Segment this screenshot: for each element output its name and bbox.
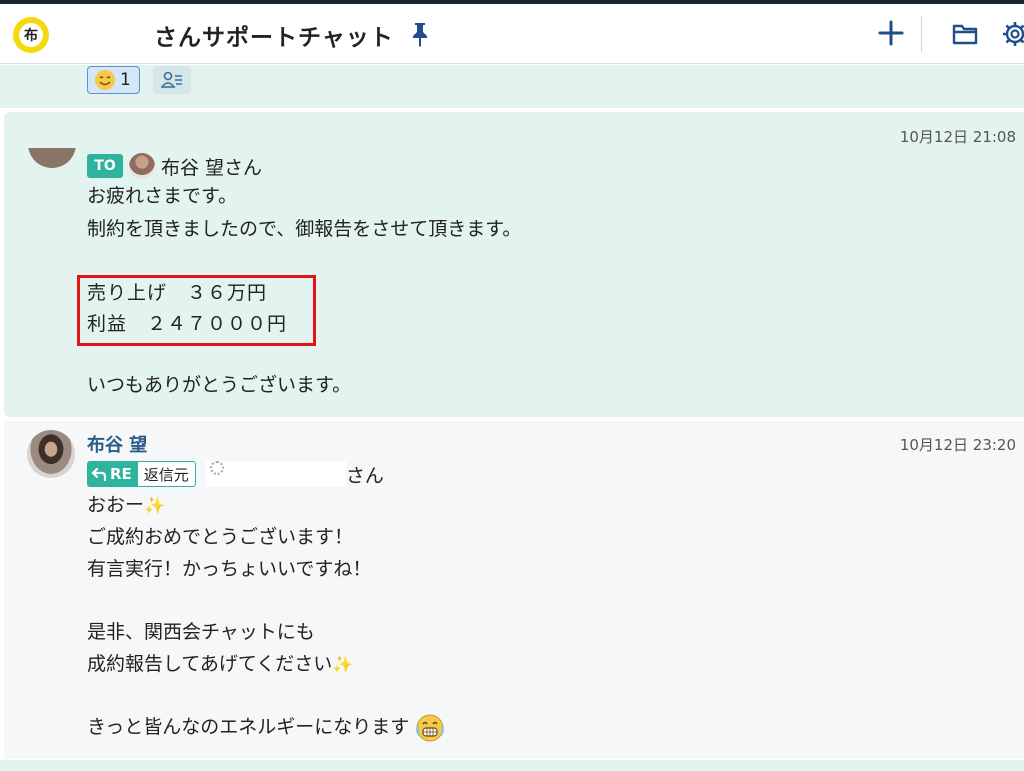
to-badge: TO [87,154,123,178]
chat-header: 布 さんサポートチャット [0,4,1024,64]
grinning-face-icon [416,714,445,741]
gear-icon[interactable] [1002,21,1024,47]
message-timestamp: 10月12日 21:08 [899,128,1016,146]
next-message-strip [0,760,1024,771]
reply-header: RE 返信元 さん [87,461,384,487]
message-line: 是非、関西会チャットにも [87,621,315,643]
mention-name: 布谷 望さん [161,156,263,179]
sender-avatar[interactable] [27,430,75,478]
message-line: きっと皆んなのエネルギーになります [87,712,445,743]
message-reply: 布谷 望 10月12日 23:20 RE 返信元 さん おおー✨ ご成約おめでと… [4,421,1024,759]
reply-arrow-icon [91,467,107,481]
message-line: いつもありがとうございます。 [87,374,352,396]
room-avatar-char: 布 [19,23,43,47]
room-title: さんサポートチャット [154,25,394,51]
reply-to-suffix: さん [345,464,384,487]
folder-icon[interactable] [952,22,978,46]
sender-name[interactable]: 布谷 望 [87,431,147,457]
sparkle-icon: ✨ [332,655,354,675]
reaction-row: 1 [0,65,1024,108]
message-line: 成約報告してあげてください✨ [87,653,354,675]
message-line: お疲れさまです。 [87,185,238,207]
message-mention: 10月12日 21:08 TO 布谷 望さん お疲れさまです。 制約を頂きました… [4,112,1024,417]
message-line: 制約を頂きましたので、御報告をさせて頂きます。 [87,218,522,240]
sparkle-icon: ✨ [144,496,166,516]
message-line: 有言実行！かっちょいいですね！ [87,558,372,580]
message-line: おおー✨ [87,494,166,516]
redacted-name [205,461,346,487]
reaction-count: 1 [120,70,131,90]
message-timestamp: 10月12日 23:20 [899,436,1016,454]
header-divider [921,16,922,52]
message-line: ご成約おめでとうございます！ [87,526,354,548]
pin-icon[interactable] [409,21,431,47]
smile-face-icon [95,70,115,90]
reaction-button[interactable]: 1 [87,66,140,94]
reaction-users-button[interactable] [153,66,191,94]
highlight-box [77,275,316,346]
reaction-users-icon [161,71,182,88]
mention-avatar [129,153,155,179]
re-label: RE [110,465,132,483]
reply-source-button[interactable]: 返信元 [137,461,196,487]
plus-icon[interactable] [878,20,904,46]
sender-avatar[interactable] [28,148,76,168]
room-avatar[interactable]: 布 [13,17,49,53]
re-badge[interactable]: RE [87,461,138,487]
to-mention: TO 布谷 望さん [87,152,262,180]
